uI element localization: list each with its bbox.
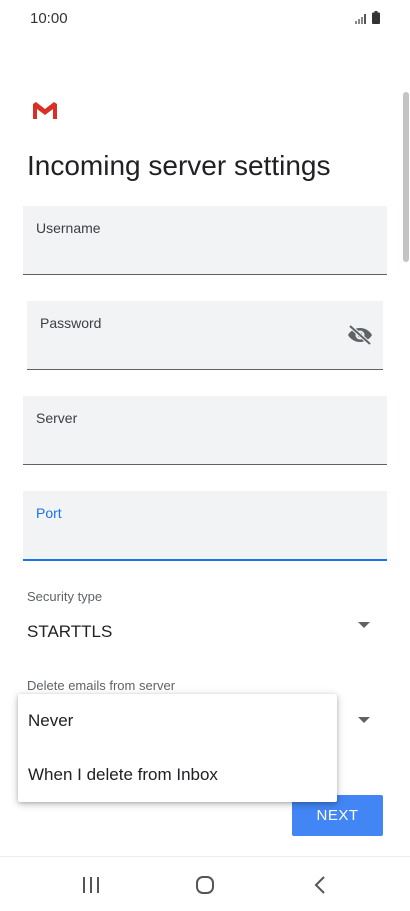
menu-item-never[interactable]: Never	[18, 694, 337, 748]
back-button[interactable]	[300, 867, 340, 903]
home-icon	[196, 876, 214, 894]
security-type-dropdown-icon[interactable]	[358, 622, 370, 628]
status-bar: 10:00	[0, 0, 410, 38]
back-icon	[314, 876, 325, 894]
port-label: Port	[36, 505, 62, 521]
status-time: 10:00	[30, 10, 68, 27]
recents-button[interactable]	[71, 867, 111, 903]
menu-item-when-deleted-from-inbox[interactable]: When I delete from Inbox	[18, 748, 337, 802]
signal-icon	[355, 14, 366, 24]
page-title: Incoming server settings	[27, 150, 331, 181]
server-input[interactable]	[36, 438, 344, 458]
visibility-off-icon[interactable]	[347, 325, 373, 345]
password-input[interactable]	[40, 343, 340, 363]
delete-emails-dropdown-icon[interactable]	[358, 717, 370, 723]
battery-icon	[372, 11, 380, 24]
server-label: Server	[36, 410, 78, 426]
username-field[interactable]: Username	[23, 206, 387, 275]
username-input[interactable]	[36, 248, 344, 268]
security-type-label: Security type	[27, 589, 103, 604]
screen: 10:00 Incoming server settings Username …	[0, 0, 410, 911]
password-label: Password	[40, 315, 102, 331]
delete-emails-label: Delete emails from server	[27, 678, 176, 693]
port-input[interactable]	[36, 533, 344, 553]
security-type-value[interactable]: STARTTLS	[27, 622, 112, 642]
password-field[interactable]: Password	[27, 301, 383, 370]
home-button[interactable]	[185, 867, 225, 903]
navigation-bar	[0, 856, 410, 911]
port-field[interactable]: Port	[23, 491, 387, 561]
scrollbar[interactable]	[403, 92, 409, 262]
recents-icon	[83, 877, 99, 893]
status-icons	[355, 11, 380, 24]
gmail-logo-icon	[33, 102, 57, 119]
server-field[interactable]: Server	[23, 396, 387, 465]
username-label: Username	[36, 220, 101, 236]
delete-emails-menu: Never When I delete from Inbox	[18, 694, 337, 802]
